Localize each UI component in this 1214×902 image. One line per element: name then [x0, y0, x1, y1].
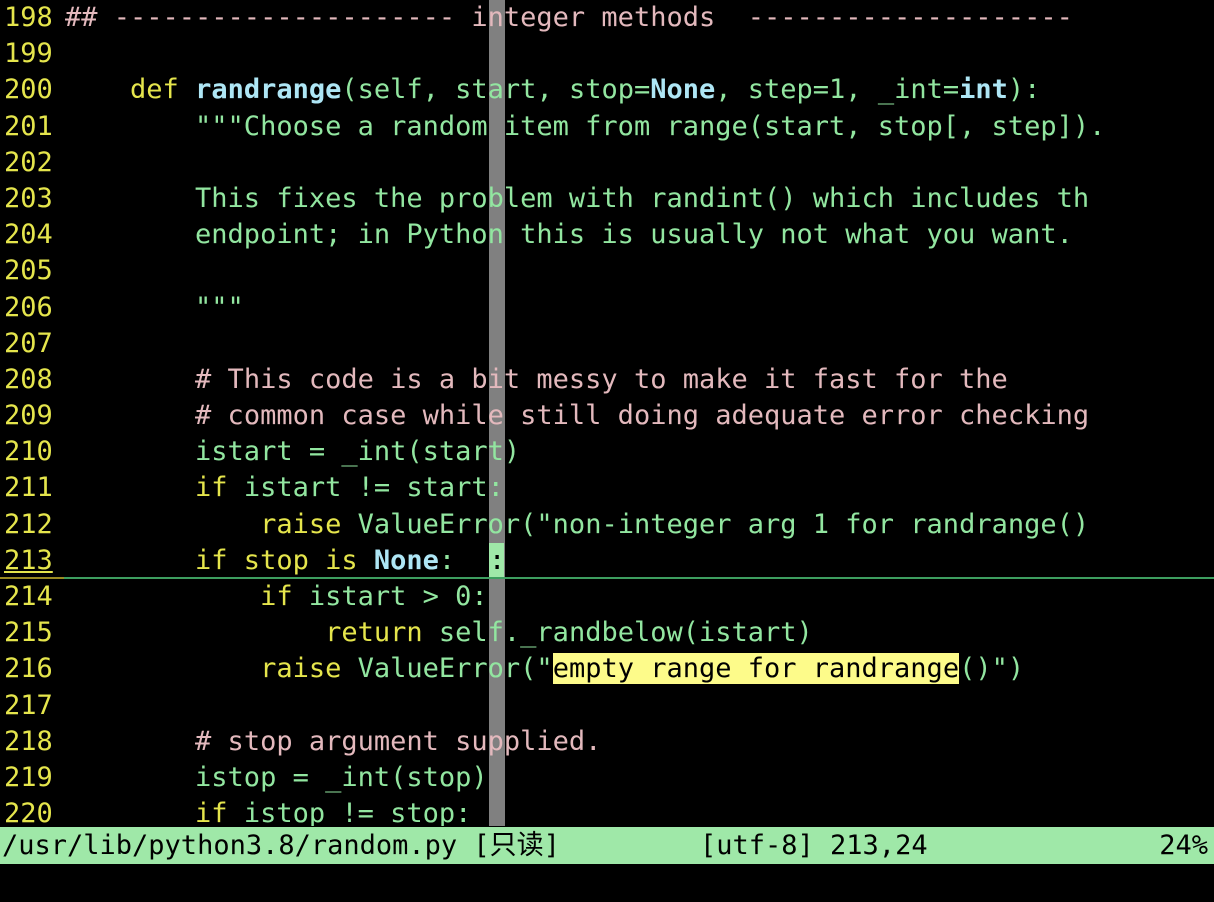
code-line-text: raise ValueError("non-integer arg 1 for … [260, 508, 1090, 540]
code-line-210[interactable]: 210 istart = _int(start) [0, 434, 1214, 470]
code-line-text: endpoint; in Python this is usually not … [65, 219, 1073, 251]
code-line-199[interactable]: 199 [0, 36, 1214, 72]
code-line-204[interactable]: 204 endpoint; in Python this is usually … [0, 217, 1214, 253]
command-line[interactable] [0, 864, 1214, 902]
code-line-text: """ [65, 291, 244, 323]
status-file-path: /usr/lib/python3.8/random.py [只读] [2, 830, 560, 861]
code-line-text: if stop is None: [65, 544, 456, 576]
line-number: 212 [4, 508, 53, 540]
code-line-text: if istop != stop: [195, 798, 472, 826]
code-line-text: istart = _int(start) [65, 436, 521, 468]
line-number: 217 [4, 689, 53, 721]
line-number: 199 [4, 38, 53, 70]
cursorline-underline-gutter [0, 577, 64, 579]
code-line-text: def randrange(self, start, stop=None, st… [130, 74, 1041, 106]
line-number: 216 [4, 653, 53, 685]
code-line-207[interactable]: 207 [0, 326, 1214, 362]
code-line-203[interactable]: 203 This fixes the problem with randint(… [0, 181, 1214, 217]
cursor-character: : [489, 544, 506, 576]
code-line-text: # This code is a bit messy to make it fa… [195, 363, 1008, 395]
line-number: 215 [4, 617, 53, 649]
code-line-text: return self._randbelow(istart) [325, 617, 813, 649]
code-line-213[interactable]: 213 if stop is None: : [0, 542, 1214, 579]
line-number: 204 [4, 219, 53, 251]
line-number: 207 [4, 327, 53, 359]
line-number: 210 [4, 436, 53, 468]
line-number: 214 [4, 581, 53, 612]
code-line-text: istop = _int(stop) [65, 761, 488, 793]
cursorline-underline [0, 577, 1214, 579]
code-line-text: """Choose a random item from range(start… [65, 110, 1106, 142]
code-line-text: # stop argument supplied. [195, 725, 602, 757]
line-number: 201 [4, 110, 53, 142]
vim-editor-window[interactable]: 198 ## --------------------- integer met… [0, 0, 1214, 902]
code-line-209[interactable]: 209 # common case while still doing adeq… [0, 398, 1214, 434]
code-buffer[interactable]: 198 ## --------------------- integer met… [0, 0, 1214, 826]
code-line-206[interactable]: 206 """ [0, 290, 1214, 326]
search-match-highlight: empty range for randrange [552, 653, 960, 685]
status-line: /usr/lib/python3.8/random.py [只读] [utf-8… [0, 827, 1214, 864]
status-scroll-percent: 24% [1159, 830, 1208, 861]
status-encoding-position: [utf-8] 213,24 [700, 830, 928, 861]
code-line-205[interactable]: 205 [0, 253, 1214, 289]
code-line-200[interactable]: 200 def randrange(self, start, stop=None… [0, 72, 1214, 108]
code-line-219[interactable]: 219 istop = _int(stop) [0, 760, 1214, 796]
code-line-217[interactable]: 217 [0, 688, 1214, 724]
line-number: 202 [4, 146, 53, 178]
code-line-198[interactable]: 198 ## --------------------- integer met… [0, 0, 1214, 36]
line-number: 219 [4, 761, 53, 793]
line-number: 220 [4, 798, 53, 826]
code-line-text: # common case while still doing adequate… [195, 400, 1090, 432]
code-line-216[interactable]: 216 raise ValueError("empty range for ra… [0, 651, 1214, 687]
line-number: 213 [4, 544, 53, 576]
line-number: 208 [4, 363, 53, 395]
code-line-218[interactable]: 218 # stop argument supplied. [0, 724, 1214, 760]
code-line-208[interactable]: 208 # This code is a bit messy to make i… [0, 362, 1214, 398]
code-line-text: raise ValueError("empty range for randra… [260, 653, 1025, 685]
code-line-212[interactable]: 212 raise ValueError("non-integer arg 1 … [0, 507, 1214, 543]
line-number: 205 [4, 255, 53, 287]
code-line-220[interactable]: 220 if istop != stop: [0, 796, 1214, 826]
line-number: 206 [4, 291, 53, 323]
code-line-215[interactable]: 215 return self._randbelow(istart) [0, 615, 1214, 651]
line-number: 218 [4, 725, 53, 757]
line-number: 200 [4, 74, 53, 106]
line-number: 209 [4, 400, 53, 432]
line-number: 203 [4, 182, 53, 214]
line-number: 211 [4, 472, 53, 504]
code-line-211[interactable]: 211 if istart != start: [0, 470, 1214, 506]
line-number: 198 [4, 2, 53, 33]
code-line-text: ## --------------------- integer methods… [65, 2, 1073, 33]
code-line-text: if istart != start: [195, 472, 504, 504]
code-line-202[interactable]: 202 [0, 145, 1214, 181]
code-line-text: if istart > 0: [260, 581, 488, 612]
code-line-201[interactable]: 201 """Choose a random item from range(s… [0, 109, 1214, 145]
code-line-214[interactable]: 214 if istart > 0: [0, 579, 1214, 615]
code-line-text: This fixes the problem with randint() wh… [65, 182, 1090, 214]
